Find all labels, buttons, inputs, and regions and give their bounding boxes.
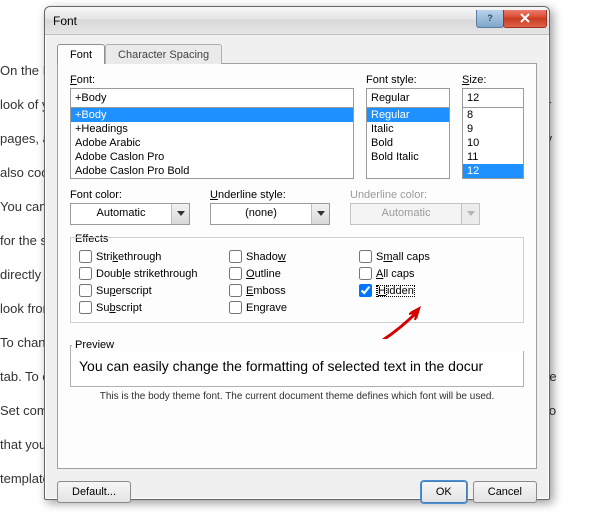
size-input[interactable] bbox=[462, 88, 524, 108]
list-item[interactable]: 11 bbox=[463, 150, 523, 164]
dialog-footer: Default... OK Cancel bbox=[45, 477, 549, 503]
checkbox-shadow[interactable]: Shadow bbox=[229, 250, 349, 263]
chevron-down-icon bbox=[461, 204, 479, 224]
checkbox-strikethrough[interactable]: Strikethrough bbox=[79, 250, 219, 263]
underline-color-label: Underline color: bbox=[350, 189, 480, 201]
list-item[interactable]: Adobe Arabic bbox=[71, 136, 353, 150]
underline-style-combo[interactable]: (none) bbox=[210, 203, 330, 225]
font-input[interactable] bbox=[70, 88, 354, 108]
close-button[interactable] bbox=[503, 10, 547, 28]
font-color-label: Font color: bbox=[70, 189, 190, 201]
window-controls: ? bbox=[477, 10, 547, 28]
dialog-title: Font bbox=[53, 14, 477, 28]
checkbox-subscript[interactable]: Subscript bbox=[79, 301, 219, 314]
preview-box: You can easily change the formatting of … bbox=[70, 345, 524, 387]
checkbox-superscript[interactable]: Superscript bbox=[79, 284, 219, 297]
font-style-input[interactable] bbox=[366, 88, 450, 108]
list-item[interactable]: Regular bbox=[367, 108, 449, 122]
size-listbox[interactable]: 8 9 10 11 12 bbox=[462, 107, 524, 179]
font-dialog: Font ? Font Character Spacing Font: +Bod… bbox=[44, 6, 550, 500]
list-item[interactable]: 10 bbox=[463, 136, 523, 150]
underline-style-label: Underline style: bbox=[210, 189, 330, 201]
chevron-down-icon[interactable] bbox=[311, 204, 329, 224]
preview-text: You can easily change the formatting of … bbox=[79, 358, 483, 374]
checkbox-outline[interactable]: Outline bbox=[229, 267, 349, 280]
font-style-label: Font style: bbox=[366, 74, 450, 86]
effects-group: Strikethrough Double strikethrough Super… bbox=[70, 237, 524, 323]
preview-label: Preview bbox=[72, 339, 526, 351]
checkbox-emboss[interactable]: Emboss bbox=[229, 284, 349, 297]
cancel-button[interactable]: Cancel bbox=[473, 481, 537, 503]
checkbox-all-caps[interactable]: All caps bbox=[359, 267, 479, 280]
titlebar[interactable]: Font ? bbox=[45, 7, 549, 35]
checkbox-double-strikethrough[interactable]: Double strikethrough bbox=[79, 267, 219, 280]
tabstrip: Font Character Spacing bbox=[57, 43, 537, 63]
list-item[interactable]: Adobe Caslon Pro Bold bbox=[71, 164, 353, 178]
tab-font[interactable]: Font bbox=[57, 44, 105, 64]
list-item[interactable]: Italic bbox=[367, 122, 449, 136]
svg-text:?: ? bbox=[487, 13, 493, 23]
chevron-down-icon[interactable] bbox=[171, 204, 189, 224]
list-item[interactable]: 9 bbox=[463, 122, 523, 136]
font-color-combo[interactable]: Automatic bbox=[70, 203, 190, 225]
default-button[interactable]: Default... bbox=[57, 481, 131, 503]
checkbox-small-caps[interactable]: Small caps bbox=[359, 250, 479, 263]
ok-button[interactable]: OK bbox=[421, 481, 467, 503]
tab-character-spacing[interactable]: Character Spacing bbox=[105, 44, 222, 64]
font-label: Font: bbox=[70, 74, 354, 86]
font-listbox[interactable]: +Body +Headings Adobe Arabic Adobe Caslo… bbox=[70, 107, 354, 179]
font-style-listbox[interactable]: Regular Italic Bold Bold Italic bbox=[366, 107, 450, 179]
list-item[interactable]: 12 bbox=[463, 164, 523, 178]
checkbox-hidden[interactable]: Hidden bbox=[359, 284, 479, 297]
list-item[interactable]: Bold bbox=[367, 136, 449, 150]
list-item[interactable]: +Headings bbox=[71, 122, 353, 136]
help-button[interactable]: ? bbox=[476, 10, 504, 28]
underline-color-combo: Automatic bbox=[350, 203, 480, 225]
tab-panel-font: Font: +Body +Headings Adobe Arabic Adobe… bbox=[57, 63, 537, 469]
preview-note: This is the body theme font. The current… bbox=[70, 391, 524, 402]
list-item[interactable]: Adobe Caslon Pro bbox=[71, 150, 353, 164]
checkbox-engrave[interactable]: Engrave bbox=[229, 301, 349, 314]
list-item[interactable]: Bold Italic bbox=[367, 150, 449, 164]
size-label: Size: bbox=[462, 74, 524, 86]
list-item[interactable]: +Body bbox=[71, 108, 353, 122]
list-item[interactable]: 8 bbox=[463, 108, 523, 122]
